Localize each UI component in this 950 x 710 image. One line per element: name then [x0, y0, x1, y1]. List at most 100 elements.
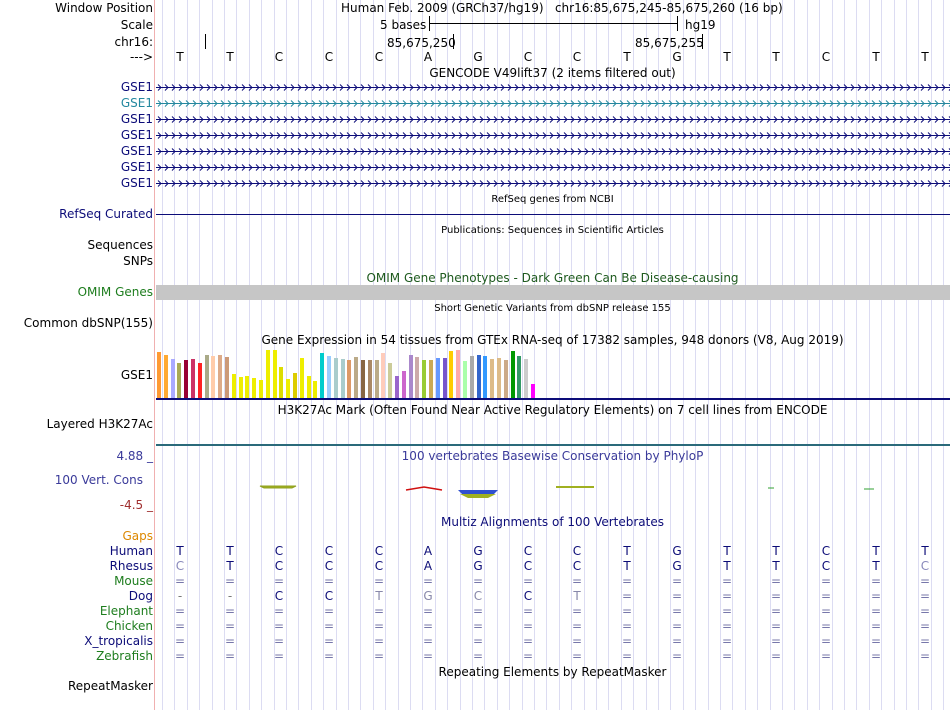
publications-snps-label[interactable]: SNPs: [123, 254, 153, 268]
alignment-base: =: [671, 619, 683, 633]
multiz-species-label[interactable]: X_tropicalis: [84, 634, 153, 648]
alignment-base: =: [621, 604, 633, 618]
omim-gene-bar[interactable]: [156, 285, 950, 300]
gtex-tissue-bar[interactable]: [510, 351, 515, 398]
refseq-gene-line[interactable]: [156, 214, 950, 215]
gtex-tissue-bar[interactable]: [245, 376, 250, 398]
gencode-transcript-label[interactable]: GSE1: [121, 160, 153, 174]
gtex-tissue-bar[interactable]: [204, 355, 209, 398]
gtex-tissue-bar[interactable]: [367, 360, 372, 398]
gtex-tissue-bar[interactable]: [442, 358, 447, 398]
multiz-species-label[interactable]: Elephant: [100, 604, 153, 618]
gtex-tissue-bar[interactable]: [286, 379, 291, 398]
gencode-transcript[interactable]: [156, 99, 950, 108]
refseq-track-label[interactable]: RefSeq Curated: [59, 207, 153, 221]
multiz-species-label[interactable]: Mouse: [114, 574, 153, 588]
alignment-base: =: [721, 574, 733, 588]
gtex-tissue-bar[interactable]: [211, 356, 216, 398]
gtex-tissue-bar[interactable]: [313, 381, 318, 398]
gencode-transcript-label[interactable]: GSE1: [121, 112, 153, 126]
gencode-transcript[interactable]: [156, 163, 950, 172]
gtex-tissue-bar[interactable]: [218, 355, 223, 398]
gtex-tissue-bar[interactable]: [259, 380, 263, 398]
gtex-tissue-bar[interactable]: [503, 360, 508, 398]
gtex-tissue-bar[interactable]: [483, 356, 488, 398]
gtex-tissue-bar[interactable]: [456, 350, 461, 398]
gtex-tissue-bar[interactable]: [517, 356, 522, 398]
gtex-tissue-bar[interactable]: [170, 359, 175, 398]
gtex-tissue-bar[interactable]: [293, 373, 297, 398]
gtex-tissue-bar[interactable]: [388, 363, 393, 398]
gtex-tissue-bar[interactable]: [320, 353, 325, 398]
gtex-tissue-bar[interactable]: [347, 360, 352, 398]
gencode-transcript-label[interactable]: GSE1: [121, 128, 153, 142]
genome-browser-image[interactable]: Window Position Human Feb. 2009 (GRCh37/…: [0, 0, 950, 710]
gtex-tissue-bar[interactable]: [497, 358, 501, 398]
conservation-track-label[interactable]: 100 Vert. Cons: [55, 473, 143, 487]
gtex-tissue-bar[interactable]: [197, 363, 202, 398]
gtex-tissue-bar[interactable]: [476, 355, 481, 398]
gtex-tissue-bar[interactable]: [231, 374, 236, 398]
gtex-tissue-bar[interactable]: [429, 360, 433, 398]
publications-sequences-label[interactable]: Sequences: [88, 238, 153, 252]
gtex-tissue-bar[interactable]: [395, 376, 399, 398]
multiz-gaps-label[interactable]: Gaps: [122, 529, 153, 543]
repeatmasker-track-label[interactable]: RepeatMasker: [68, 679, 153, 693]
gencode-transcript[interactable]: [156, 83, 950, 92]
gtex-tissue-bar[interactable]: [469, 356, 474, 398]
gtex-tissue-bar[interactable]: [272, 350, 277, 398]
multiz-species-label[interactable]: Human: [110, 544, 153, 558]
gtex-tissue-bar[interactable]: [306, 376, 311, 398]
gtex-tissue-bar[interactable]: [327, 356, 331, 398]
multiz-species-label[interactable]: Chicken: [106, 619, 153, 633]
gtex-tissue-bar[interactable]: [191, 359, 195, 398]
gtex-tissue-bar[interactable]: [435, 358, 440, 398]
gencode-transcript-label[interactable]: GSE1: [121, 176, 153, 190]
gtex-tissue-bar[interactable]: [177, 363, 182, 398]
gtex-tissue-bar[interactable]: [279, 367, 284, 398]
gtex-tissue-bar[interactable]: [422, 360, 427, 398]
gtex-tissue-bar[interactable]: [157, 352, 161, 398]
gtex-tissue-bar[interactable]: [299, 358, 304, 398]
gtex-tissue-bar[interactable]: [333, 358, 338, 398]
multiz-species-label[interactable]: Dog: [129, 589, 153, 603]
gtex-tissue-bar[interactable]: [374, 360, 379, 398]
gtex-tissue-bar[interactable]: [361, 360, 365, 398]
gtex-track-label[interactable]: GSE1: [121, 368, 153, 382]
gencode-transcript-label[interactable]: GSE1: [121, 144, 153, 158]
gencode-transcript[interactable]: [156, 131, 950, 140]
gtex-tissue-bar[interactable]: [354, 357, 359, 398]
gtex-tissue-bar[interactable]: [381, 353, 386, 398]
gtex-tissue-bar[interactable]: [252, 378, 257, 398]
gtex-tissue-bar[interactable]: [265, 350, 270, 398]
gtex-tissue-bar[interactable]: [524, 359, 529, 398]
gtex-tissue-bar[interactable]: [408, 355, 413, 398]
gtex-tissue-bar[interactable]: [415, 357, 420, 398]
gtex-tissue-bar[interactable]: [184, 360, 189, 398]
gencode-transcript[interactable]: [156, 179, 950, 188]
alignment-base: =: [422, 574, 434, 588]
gtex-tissue-bar[interactable]: [463, 361, 467, 398]
gencode-transcript[interactable]: [156, 147, 950, 156]
gencode-transcript[interactable]: [156, 115, 950, 124]
gtex-tissue-bar[interactable]: [163, 355, 168, 398]
gtex-tissue-bar[interactable]: [340, 359, 345, 398]
omim-track-label[interactable]: OMIM Genes: [78, 285, 153, 299]
multiz-species-label[interactable]: Zebrafish: [96, 649, 153, 663]
gtex-tissue-bar[interactable]: [238, 377, 243, 398]
gtex-tissue-bar[interactable]: [225, 357, 229, 398]
alignment-base: =: [770, 649, 782, 663]
h3k27ac-track-label[interactable]: Layered H3K27Ac: [47, 417, 153, 431]
multiz-species-label[interactable]: Rhesus: [110, 559, 153, 573]
gtex-tissue-bar[interactable]: [490, 359, 495, 398]
gtex-tissue-bar[interactable]: [401, 371, 406, 398]
gtex-tissue-bar[interactable]: [531, 384, 535, 398]
gtex-tissue-bar[interactable]: [449, 351, 454, 398]
conservation-max-label: 4.88 _: [116, 449, 153, 463]
gencode-transcript-label[interactable]: GSE1: [121, 80, 153, 94]
base-letter: T: [176, 50, 184, 64]
gencode-transcript-label[interactable]: GSE1: [121, 96, 153, 110]
alignment-base: =: [472, 619, 484, 633]
ruler-tick: [205, 34, 206, 49]
dbsnp-track-label[interactable]: Common dbSNP(155): [24, 316, 153, 330]
